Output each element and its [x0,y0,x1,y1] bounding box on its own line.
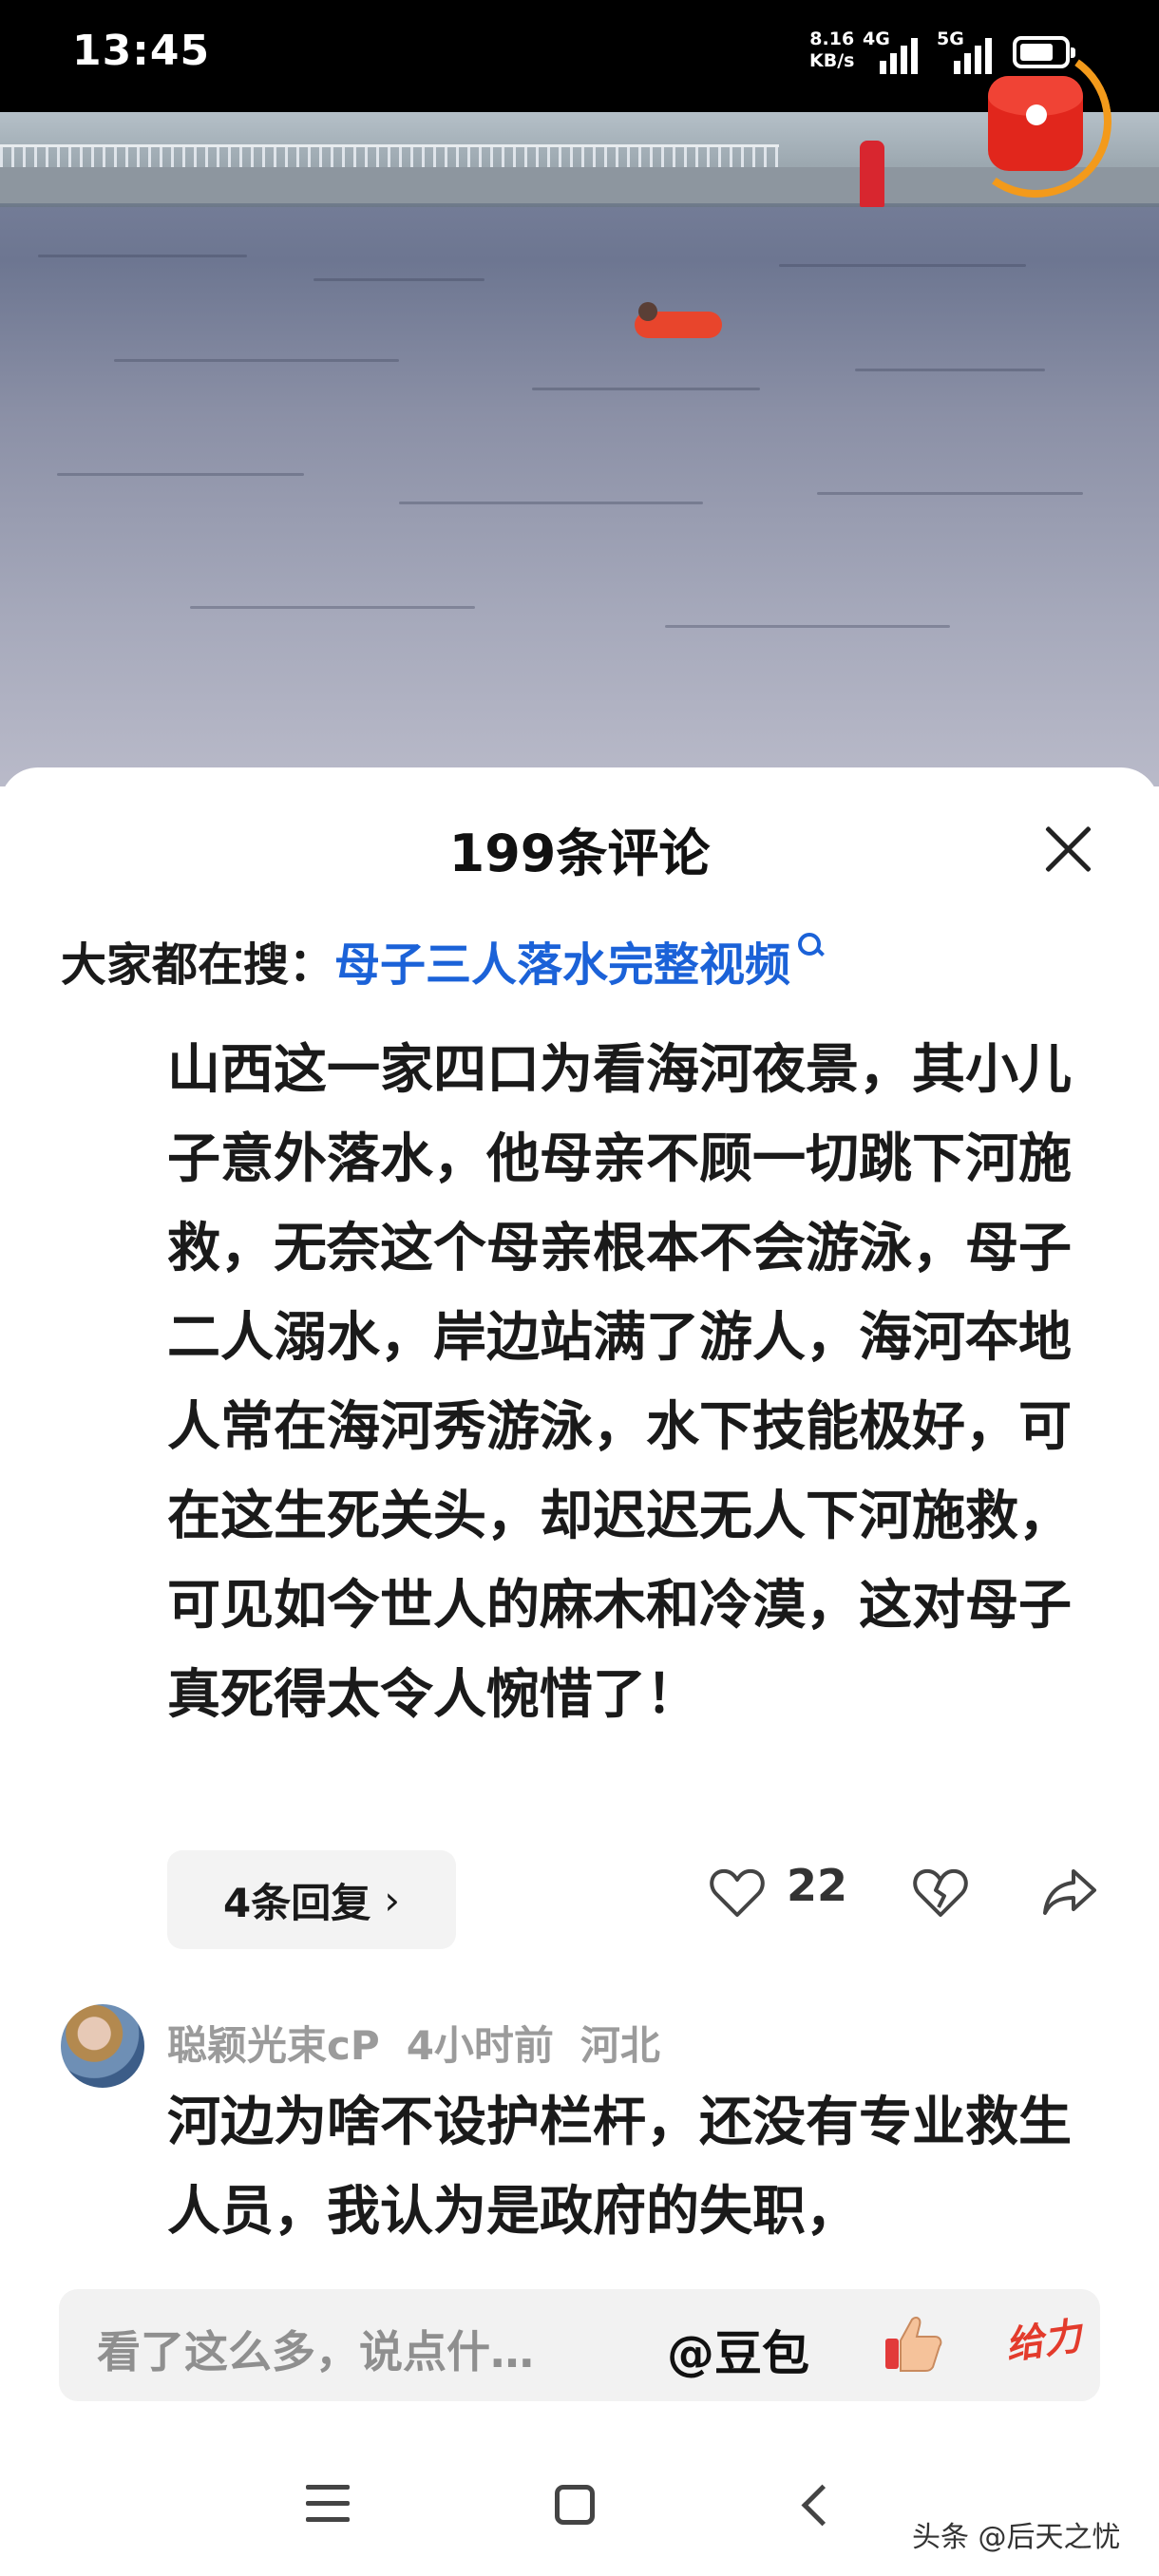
comment-input-placeholder[interactable]: 看了这么多，说点什… [97,2318,534,2380]
broken-heart-icon[interactable] [910,1862,971,1923]
home-icon[interactable] [555,2485,595,2525]
comment-location: 河北 [580,2022,660,2069]
heart-icon[interactable] [707,1862,768,1923]
comment-input-bar[interactable]: 看了这么多，说点什… @豆包 给力 [59,2289,1100,2401]
watermark: 头条 @后天之忧 [912,2521,1121,2554]
view-replies-button[interactable]: 4条回复 › [167,1850,456,1949]
thumbs-up-sticker-icon[interactable] [880,2310,946,2377]
view-replies-label: 4条回复 [222,1879,371,1926]
trending-query-link[interactable]: 母子三人落水完整视频 [334,938,790,992]
video-player[interactable] [0,112,1159,786]
close-icon[interactable] [1037,819,1098,880]
avatar[interactable] [61,2004,144,2088]
share-icon[interactable] [1039,1862,1100,1923]
back-icon[interactable] [801,2484,844,2527]
comment-author[interactable]: 聪颖光束cP [167,2022,380,2069]
network-speed-value: 8.16 [809,28,855,49]
comment-time: 4小时前 [406,2022,554,2069]
signal-strength-icon [880,34,918,74]
system-nav-bar: 头条 @后天之忧 [0,2432,1159,2576]
like-count: 22 [787,1860,848,1911]
comment-text: 山西这一家四口为看海河夜景，其小儿子意外落水，他母亲不顾一切跳下河施救，无奈这个… [167,1039,1072,1726]
comments-title: 199条评论 [448,824,711,883]
cheer-sticker[interactable]: 给力 [1001,2305,1085,2371]
trending-search[interactable]: 大家都在搜：母子三人落水完整视频 [61,927,825,994]
menu-icon[interactable] [306,2485,350,2523]
trending-label: 大家都在搜： [61,938,335,992]
network-speed: 8.16 KB/s [809,28,854,72]
chevron-right-icon: › [384,1876,401,1923]
mention-doubao-button[interactable]: @豆包 [667,2316,809,2384]
network-speed-unit: KB/s [809,50,855,71]
red-packet-icon[interactable] [988,76,1083,171]
clock: 13:45 [72,27,211,75]
comment-text: 河边为啥不设护栏杆，还没有专业救生人员，我认为是政府的失职， [167,2092,1072,2243]
comment-meta: 聪颖光束cP 4小时前 河北 [167,2014,687,2072]
search-icon[interactable] [796,931,825,959]
